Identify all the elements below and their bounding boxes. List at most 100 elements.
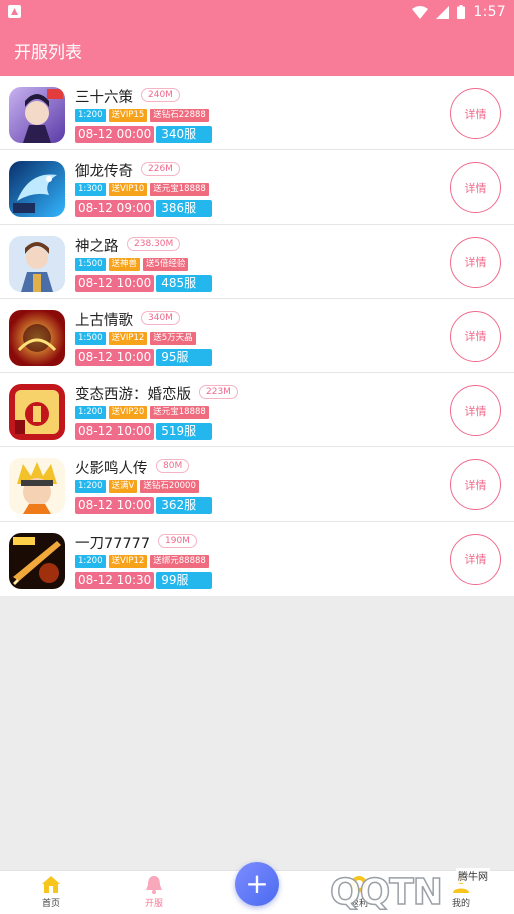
bell-icon: [146, 876, 162, 894]
server-number: 95服: [156, 348, 213, 366]
watermark-brand: 腾牛网: [456, 868, 490, 883]
tag-label: 送VIP12: [108, 331, 148, 345]
tag-group: 1:500 送VIP12 送5万天晶: [75, 331, 196, 345]
list-item[interactable]: 一刀77777 190M 1:200 送VIP12 送绑元88888 08-12 1…: [0, 522, 514, 596]
open-time-group: 08-12 10:00 95服: [75, 348, 213, 366]
game-icon[interactable]: [9, 532, 65, 589]
game-icon[interactable]: [9, 235, 65, 292]
wifi-icon: [412, 5, 429, 19]
open-date: 08-12 10:00: [75, 274, 155, 292]
server-number: 519服: [156, 423, 213, 441]
tag-label: 送满V: [108, 480, 138, 494]
server-number: 362服: [156, 497, 213, 515]
tag-group: 1:200 送VIP12 送绑元88888: [75, 554, 209, 568]
tag-label: 送5万天晶: [150, 331, 196, 345]
tag-group: 1:200 送VIP15 送钻石22888: [75, 109, 209, 122]
open-time-group: 08-12 10:00 362服: [75, 497, 213, 515]
list-item[interactable]: 神之路 238.30M 1:500 送神兽 送5倍经验 08-12 10:00 48…: [0, 225, 514, 299]
list-item[interactable]: 火影鸣人传 80M 1:200 送满V 送钻石20000 08-12 10:00 3…: [0, 447, 514, 522]
tag-label: 送钻石20000: [140, 480, 199, 494]
server-list: 三十六策 240M 1:200 送VIP15 送钻石22888 08-12 00:0…: [0, 76, 514, 597]
tag-label: 送VIP15: [108, 109, 148, 122]
server-number: 485服: [156, 274, 213, 292]
server-number: 340服: [156, 126, 213, 143]
game-icon[interactable]: [9, 309, 65, 366]
tag-label: 送VIP20: [108, 406, 148, 420]
open-time-group: 08-12 10:30 99服: [75, 571, 213, 589]
detail-button[interactable]: 详情: [450, 459, 501, 511]
detail-button[interactable]: 详情: [450, 236, 501, 288]
size-badge: 80M: [156, 459, 190, 474]
open-time-group: 08-12 10:00 485服: [75, 274, 213, 292]
list-item[interactable]: 三十六策 240M 1:200 送VIP15 送钻石22888 08-12 00:0…: [0, 76, 514, 151]
home-icon: [42, 876, 60, 893]
detail-button[interactable]: 详情: [450, 162, 501, 214]
tag-label: 送绑元88888: [150, 554, 209, 568]
game-icon[interactable]: [9, 87, 65, 143]
open-date: 08-12 10:30: [75, 571, 155, 589]
open-date: 08-12 10:00: [75, 423, 155, 441]
tag-group: 1:200 送满V 送钻石20000: [75, 480, 199, 494]
list-item[interactable]: 御龙传奇 226M 1:300 送VIP10 送元宝18888 08-12 09:0…: [0, 150, 514, 225]
size-badge: 240M: [141, 88, 180, 102]
app-bar: 开服列表: [0, 24, 514, 76]
tag-label: 送神兽: [108, 257, 141, 271]
tag-label: 送元宝18888: [150, 406, 209, 420]
tag-label: 送元宝18888: [150, 183, 209, 197]
status-bar: 1:57: [0, 0, 514, 24]
tag-label: 1:200: [75, 109, 106, 122]
tag-label: 1:200: [75, 554, 106, 568]
nav-kaifu[interactable]: 开服: [124, 873, 184, 909]
watermark: QQTN 腾牛网: [300, 856, 514, 914]
tag-group: 1:300 送VIP10 送元宝18888: [75, 183, 209, 197]
game-icon[interactable]: [9, 458, 65, 515]
size-badge: 223M: [199, 385, 238, 400]
game-name: 三十六策: [75, 90, 133, 106]
page-title: 开服列表: [14, 43, 82, 63]
game-name: 一刀77777: [75, 535, 151, 552]
tag-label: 1:500: [75, 331, 106, 345]
signal-icon: [436, 5, 450, 19]
list-item[interactable]: 上古情歌 340M 1:500 送VIP12 送5万天晶 08-12 10:00 9…: [0, 299, 514, 374]
server-number: 99服: [156, 571, 213, 589]
tag-label: 1:500: [75, 257, 106, 271]
open-time-group: 08-12 00:00 340服: [75, 126, 213, 143]
open-date: 08-12 00:00: [75, 126, 155, 143]
game-name: 御龙传奇: [75, 164, 133, 181]
tag-group: 1:200 送VIP20 送元宝18888: [75, 406, 209, 420]
tag-label: 送5倍经验: [143, 257, 189, 271]
open-date: 08-12 10:00: [75, 497, 155, 515]
detail-button[interactable]: 详情: [450, 533, 501, 585]
nav-home-label: 首页: [41, 899, 60, 909]
open-date: 08-12 09:00: [75, 200, 155, 218]
server-number: 386服: [156, 200, 213, 218]
watermark-text: QQTN: [329, 871, 443, 914]
game-icon[interactable]: [9, 161, 65, 218]
game-name: 上古情歌: [75, 312, 133, 329]
detail-button[interactable]: 详情: [450, 88, 501, 139]
tag-label: 1:200: [75, 480, 106, 494]
battery-icon: [457, 5, 466, 19]
detail-button[interactable]: 详情: [450, 310, 501, 362]
nav-home[interactable]: 首页: [21, 873, 81, 909]
size-badge: 238.30M: [127, 236, 181, 251]
game-icon[interactable]: [9, 384, 65, 441]
tag-label: 送钻石22888: [150, 109, 209, 122]
game-name: 火影鸣人传: [75, 461, 148, 478]
detail-button[interactable]: 详情: [450, 385, 501, 437]
tag-group: 1:500 送神兽 送5倍经验: [75, 257, 189, 271]
list-item[interactable]: 变态西游：婚恋版 223M 1:200 送VIP20 送元宝18888 08-12 …: [0, 373, 514, 448]
notification-icon: [8, 5, 21, 18]
tag-label: 1:200: [75, 406, 106, 420]
size-badge: 190M: [158, 533, 197, 548]
tag-label: 1:300: [75, 183, 106, 197]
tag-label: 送VIP10: [108, 183, 148, 197]
game-name: 变态西游：婚恋版: [75, 387, 191, 404]
open-time-group: 08-12 09:00 386服: [75, 200, 213, 218]
clock: 1:57: [473, 4, 506, 20]
size-badge: 226M: [141, 162, 180, 177]
game-name: 神之路: [75, 238, 119, 255]
open-time-group: 08-12 10:00 519服: [75, 423, 213, 441]
add-button[interactable]: +: [235, 862, 279, 906]
open-date: 08-12 10:00: [75, 348, 155, 366]
